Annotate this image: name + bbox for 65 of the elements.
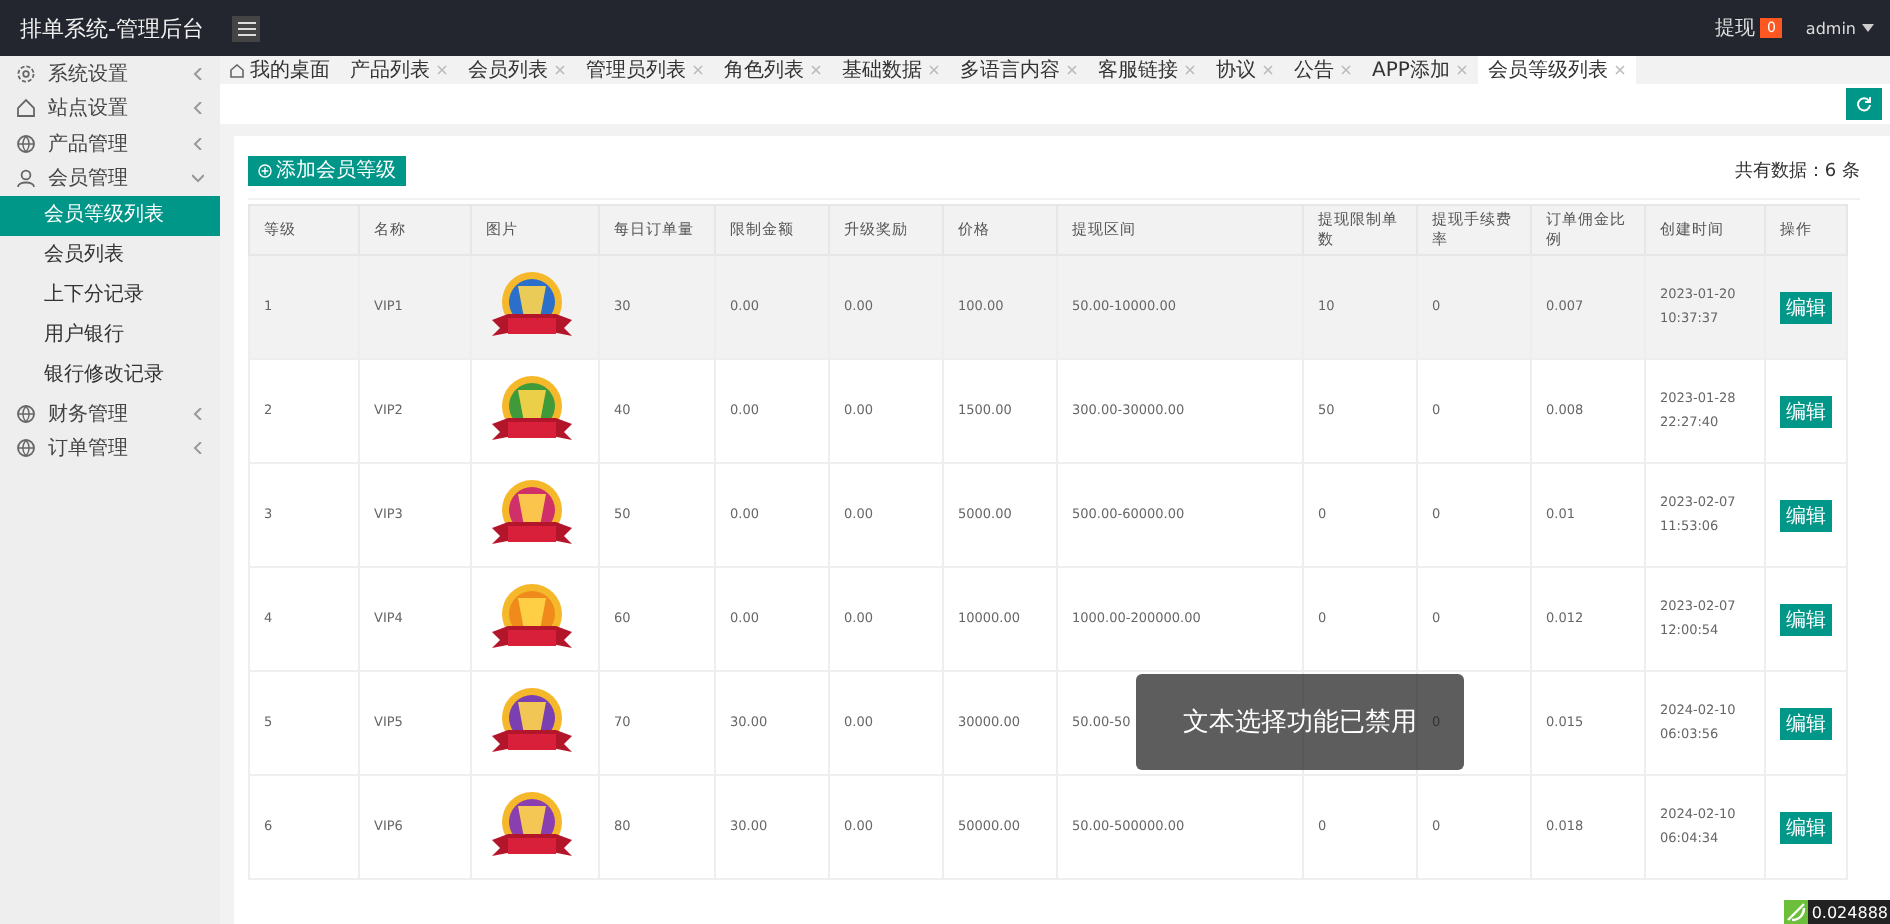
chevron-icon <box>192 67 204 80</box>
close-icon[interactable] <box>1066 64 1078 76</box>
tab[interactable]: 客服链接 <box>1088 56 1206 84</box>
edit-button[interactable]: 编辑 <box>1780 707 1832 739</box>
tab[interactable]: 会员等级列表 <box>1477 56 1636 84</box>
user-icon <box>16 168 36 189</box>
close-icon[interactable] <box>1340 64 1352 76</box>
user-menu[interactable]: admin <box>1805 19 1874 37</box>
menu-button[interactable] <box>232 15 260 41</box>
refresh-icon <box>1856 96 1872 112</box>
tab[interactable]: 会员列表 <box>458 56 576 84</box>
sidebar-item[interactable]: 会员管理 <box>0 161 220 196</box>
tab[interactable]: 多语言内容 <box>950 56 1088 84</box>
chevron-icon <box>192 172 204 185</box>
close-icon[interactable] <box>928 64 940 76</box>
close-icon[interactable] <box>1455 64 1468 76</box>
globe-icon <box>16 133 36 154</box>
edit-button[interactable]: 编辑 <box>1780 811 1832 843</box>
tab[interactable]: APP添加 <box>1362 56 1478 84</box>
tab[interactable]: 管理员列表 <box>576 56 714 84</box>
chevron-icon <box>192 102 204 115</box>
close-icon[interactable] <box>436 64 448 76</box>
home-icon <box>16 98 36 119</box>
home-icon <box>230 63 244 77</box>
close-icon[interactable] <box>554 64 566 76</box>
tab[interactable]: 角色列表 <box>714 56 832 84</box>
tab[interactable]: 我的桌面 <box>220 56 340 84</box>
reading: 0.024888 <box>1811 903 1888 921</box>
globe-icon <box>16 438 36 459</box>
tab[interactable]: 基础数据 <box>832 56 950 84</box>
sidebar-item[interactable]: 系统设置 <box>0 56 220 91</box>
sidebar-subitem[interactable]: 银行修改记录 <box>0 356 220 396</box>
sidebar-item[interactable]: 财务管理 <box>0 396 220 431</box>
sidebar-subitem[interactable]: 上下分记录 <box>0 276 220 316</box>
tab[interactable]: 协议 <box>1206 56 1284 84</box>
add-button[interactable]: 添加会员等级 <box>248 155 406 185</box>
globe-icon <box>16 403 36 424</box>
refresh-button[interactable] <box>1846 88 1882 120</box>
close-icon[interactable] <box>810 64 822 76</box>
withdraw-link[interactable]: 提现 <box>1714 14 1755 42</box>
close-icon[interactable] <box>1613 64 1626 76</box>
edit-button[interactable]: 编辑 <box>1780 603 1832 635</box>
chevron-icon <box>192 137 204 150</box>
caret-icon <box>1862 24 1874 32</box>
sidebar-item[interactable]: 站点设置 <box>0 91 220 126</box>
edit-button[interactable]: 编辑 <box>1780 499 1832 531</box>
sidebar-item[interactable]: 产品管理 <box>0 126 220 161</box>
chevron-icon <box>192 407 204 420</box>
app-title: 排单系统-管理后台 <box>18 13 206 43</box>
edit-button[interactable]: 编辑 <box>1780 291 1832 323</box>
gear-icon <box>16 63 36 84</box>
sidebar-subitem[interactable]: 会员列表 <box>0 236 220 276</box>
plus-icon <box>258 163 272 177</box>
edit-button[interactable]: 编辑 <box>1780 395 1832 427</box>
sidebar-subitem[interactable]: 会员等级列表 <box>0 196 220 236</box>
sidebar-item[interactable]: 订单管理 <box>0 431 220 466</box>
menu-icon <box>237 21 255 35</box>
total-count: 共有数据：6 条 <box>1734 159 1860 183</box>
chevron-icon <box>192 442 204 455</box>
close-icon[interactable] <box>692 64 704 76</box>
sidebar-subitem[interactable]: 用户银行 <box>0 316 220 356</box>
tab[interactable]: 产品列表 <box>340 56 458 84</box>
close-icon[interactable] <box>1184 64 1196 76</box>
close-icon[interactable] <box>1262 64 1274 76</box>
tab[interactable]: 公告 <box>1284 56 1362 84</box>
